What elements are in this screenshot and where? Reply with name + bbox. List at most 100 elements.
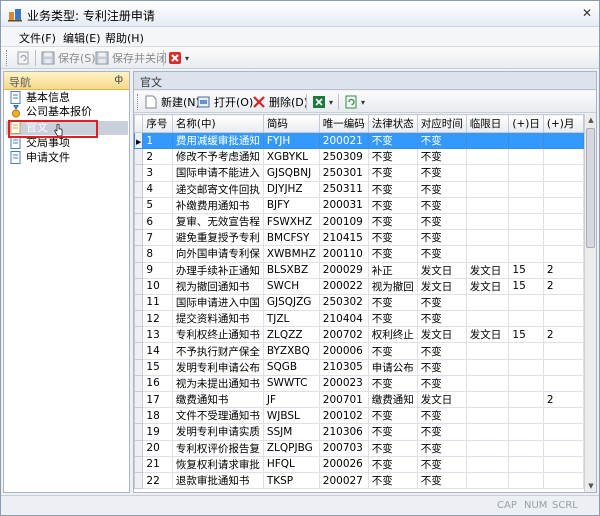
table-cell[interactable]: 避免重复授予专利 (171, 229, 264, 247)
table-row[interactable]: 5 补缴费用通知书 BJFY 200031 不变 不变 (134, 196, 584, 214)
table-cell[interactable]: 不予执行财产保全 (171, 342, 264, 360)
table-cell[interactable] (508, 131, 544, 150)
table-cell[interactable]: ZLQZZ (262, 326, 320, 344)
table-cell[interactable]: ZLQPJBG (262, 439, 320, 457)
table-cell[interactable]: 补正 (367, 261, 418, 279)
row-indicator[interactable] (134, 212, 144, 231)
vertical-scrollbar[interactable]: ▲ ▼ (584, 114, 596, 492)
table-cell[interactable]: 发文日 (416, 277, 467, 295)
table-cell[interactable]: 不变 (367, 342, 418, 360)
table-row[interactable]: 16 视为未提出通知书 SWWTC 200023 不变 不变 (134, 374, 584, 393)
table-cell[interactable] (465, 423, 510, 441)
table-row[interactable]: 14 不予执行财产保全 BYZXBQ 200006 不变 不变 (134, 342, 584, 360)
table-cell[interactable]: 发文日 (416, 261, 467, 279)
table-cell[interactable]: 提交资料通知书 (171, 310, 264, 328)
table-cell[interactable]: 发文日 (416, 390, 467, 409)
table-cell[interactable]: JF (262, 390, 320, 409)
table-cell[interactable] (542, 471, 584, 490)
table-cell[interactable]: 21 (142, 455, 173, 473)
table-cell[interactable]: HFQL (262, 455, 320, 473)
table-cell[interactable]: FSWXHZ (262, 212, 320, 231)
nav-item-office-matters[interactable]: 交局事项 (6, 136, 128, 150)
table-cell[interactable]: 2 (542, 261, 584, 279)
table-cell[interactable]: 20 (142, 439, 173, 457)
table-cell[interactable] (465, 407, 510, 425)
table-cell[interactable] (542, 310, 584, 328)
table-cell[interactable]: 视为未提出通知书 (171, 374, 264, 393)
table-cell[interactable]: 210404 (318, 310, 369, 328)
table-cell[interactable]: 发明专利申请公布 (171, 358, 264, 376)
row-indicator[interactable] (134, 229, 144, 247)
table-cell[interactable] (465, 471, 510, 490)
table-cell[interactable]: DJYJHZ (262, 180, 320, 198)
table-cell[interactable]: 复审、无效宣告程 (171, 212, 264, 231)
table-cell[interactable]: 250302 (318, 293, 369, 312)
table-cell[interactable]: 恢复权利请求审批 (171, 455, 264, 473)
table-cell[interactable] (542, 229, 584, 247)
table-cell[interactable] (465, 310, 510, 328)
table-cell[interactable]: 不变 (416, 229, 467, 247)
table-cell[interactable]: 15 (508, 277, 544, 295)
table-cell[interactable]: 2 (542, 390, 584, 409)
row-indicator[interactable] (134, 439, 144, 457)
table-cell[interactable] (508, 212, 544, 231)
table-cell[interactable] (465, 439, 510, 457)
row-indicator[interactable] (134, 358, 144, 376)
row-indicator[interactable] (134, 310, 144, 328)
table-cell[interactable]: SWCH (262, 277, 320, 295)
table-cell[interactable]: 不变 (367, 374, 418, 393)
scroll-thumb[interactable] (586, 128, 595, 248)
table-cell[interactable]: 2 (542, 277, 584, 295)
table-cell[interactable] (465, 245, 510, 263)
table-cell[interactable]: GJSQJZG (262, 293, 320, 312)
table-cell[interactable]: 250309 (318, 148, 369, 166)
table-cell[interactable]: 不变 (416, 439, 467, 457)
table-row[interactable]: 7 避免重复授予专利 BMCFSY 210415 不变 不变 (134, 229, 584, 247)
table-cell[interactable] (508, 196, 544, 214)
row-indicator[interactable] (134, 293, 144, 312)
toolbar-grip[interactable] (6, 50, 9, 66)
table-cell[interactable]: 200027 (318, 471, 369, 490)
table-cell[interactable]: 22 (142, 471, 173, 490)
table-cell[interactable]: 向外国申请专利保 (171, 245, 264, 263)
row-indicator[interactable] (134, 164, 144, 182)
row-indicator[interactable] (134, 261, 144, 279)
table-cell[interactable]: 不变 (367, 212, 418, 231)
table-cell[interactable]: 5 (142, 196, 173, 214)
table-cell[interactable]: 发文日 (465, 277, 510, 295)
table-cell[interactable]: 1 (142, 131, 173, 150)
row-indicator[interactable] (134, 423, 144, 441)
table-cell[interactable]: 210305 (318, 358, 369, 376)
table-cell[interactable]: 200031 (318, 196, 369, 214)
pin-icon[interactable]: ф (114, 74, 123, 85)
table-cell[interactable]: 200029 (318, 261, 369, 279)
table-cell[interactable]: 200703 (318, 439, 369, 457)
nav-item-application-files[interactable]: 申请文件 (6, 151, 128, 165)
table-cell[interactable]: GJSQBNJ (262, 164, 320, 182)
table-cell[interactable]: 不变 (416, 358, 467, 376)
table-cell[interactable] (542, 358, 584, 376)
table-cell[interactable] (542, 212, 584, 231)
table-cell[interactable]: 200006 (318, 342, 369, 360)
table-cell[interactable] (542, 374, 584, 393)
table-cell[interactable]: 19 (142, 423, 173, 441)
table-cell[interactable] (508, 310, 544, 328)
table-cell[interactable]: 2 (142, 148, 173, 166)
row-indicator[interactable] (134, 277, 144, 295)
table-cell[interactable]: 200102 (318, 407, 369, 425)
row-indicator[interactable] (134, 455, 144, 473)
table-cell[interactable]: 11 (142, 293, 173, 312)
table-cell[interactable]: 不变 (367, 131, 418, 150)
table-cell[interactable]: BLSXBZ (262, 261, 320, 279)
table-cell[interactable]: 不变 (367, 407, 418, 425)
column-header[interactable]: 序号 (142, 114, 173, 133)
table-cell[interactable]: 不变 (416, 455, 467, 473)
table-cell[interactable]: 递交邮寄文件回执 (171, 180, 264, 198)
table-cell[interactable] (508, 390, 544, 409)
row-indicator[interactable] (134, 407, 144, 425)
column-header[interactable]: 法律状态 (367, 114, 418, 133)
table-cell[interactable]: 国际申请进入中国 (171, 293, 264, 312)
table-cell[interactable] (465, 390, 510, 409)
table-cell[interactable]: BJFY (262, 196, 320, 214)
table-cell[interactable]: TKSP (262, 471, 320, 490)
